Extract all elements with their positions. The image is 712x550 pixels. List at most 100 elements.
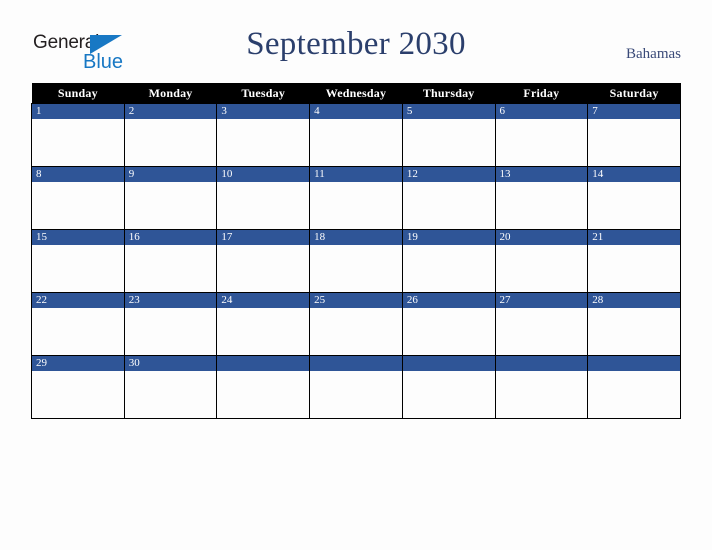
- calendar-week-row: 1 2 3 4 5 6 7: [31, 103, 681, 167]
- day-events: [402, 371, 495, 418]
- day-number: 8: [36, 168, 42, 180]
- calendar-day-cell[interactable]: 10: [216, 166, 311, 230]
- day-band: 15: [32, 230, 124, 245]
- day-band: 2: [124, 104, 217, 119]
- day-number: 29: [36, 357, 47, 369]
- weekday-header-friday: Friday: [495, 83, 588, 104]
- day-events: [495, 119, 588, 166]
- page-title: September 2030: [246, 26, 466, 62]
- day-events: [217, 119, 310, 166]
- day-events: [32, 371, 124, 418]
- calendar-day-cell[interactable]: 25: [309, 292, 403, 356]
- day-number: 10: [221, 168, 233, 180]
- day-band: 1: [32, 104, 124, 119]
- day-number: 28: [592, 294, 604, 306]
- day-band: 6: [495, 104, 588, 119]
- calendar-day-cell[interactable]: [309, 355, 403, 419]
- calendar-day-cell[interactable]: 6: [494, 103, 589, 167]
- day-band: 28: [588, 293, 680, 308]
- day-band: 20: [495, 230, 588, 245]
- calendar-day-cell[interactable]: 3: [216, 103, 311, 167]
- calendar-day-cell[interactable]: 17: [216, 229, 311, 293]
- calendar-day-cell[interactable]: 9: [123, 166, 218, 230]
- day-number: 26: [406, 294, 418, 306]
- calendar-day-cell[interactable]: 15: [31, 229, 125, 293]
- day-number: 23: [128, 294, 140, 306]
- day-events: [588, 182, 680, 229]
- day-number: 2: [128, 105, 135, 117]
- calendar-day-cell[interactable]: 13: [494, 166, 589, 230]
- calendar-day-cell[interactable]: 4: [309, 103, 403, 167]
- day-events: [217, 308, 310, 355]
- weekday-header-saturday: Saturday: [587, 83, 681, 104]
- calendar-day-cell[interactable]: 8: [31, 166, 125, 230]
- day-band: 7: [588, 104, 680, 119]
- day-band: 30: [124, 356, 217, 371]
- day-events: [217, 371, 310, 418]
- calendar-day-cell[interactable]: 30: [123, 355, 218, 419]
- day-number: 17: [221, 231, 233, 243]
- day-number: 15: [36, 231, 47, 243]
- day-events: [310, 371, 402, 418]
- day-number: 9: [128, 168, 135, 180]
- day-band: 12: [402, 167, 495, 182]
- day-band: 10: [217, 167, 310, 182]
- day-band: 22: [32, 293, 124, 308]
- calendar-day-cell[interactable]: 12: [401, 166, 496, 230]
- calendar-day-cell[interactable]: 28: [587, 292, 681, 356]
- calendar-day-cell[interactable]: 5: [401, 103, 496, 167]
- calendar-day-cell[interactable]: 7: [587, 103, 681, 167]
- calendar-day-cell[interactable]: 26: [401, 292, 496, 356]
- calendar-day-cell[interactable]: 18: [309, 229, 403, 293]
- day-events: [402, 182, 495, 229]
- day-number: 6: [499, 105, 506, 117]
- calendar-day-cell[interactable]: [216, 355, 311, 419]
- day-events: [124, 119, 217, 166]
- calendar-day-cell[interactable]: 21: [587, 229, 681, 293]
- day-band: 29: [32, 356, 124, 371]
- day-events: [495, 308, 588, 355]
- day-events: [495, 371, 588, 418]
- calendar-day-cell[interactable]: 14: [587, 166, 681, 230]
- weekday-header-tuesday: Tuesday: [216, 83, 310, 104]
- day-band: 5: [402, 104, 495, 119]
- day-number: 5: [406, 105, 413, 117]
- day-band: 23: [124, 293, 217, 308]
- day-events: [402, 245, 495, 292]
- calendar-day-cell[interactable]: 16: [123, 229, 218, 293]
- weekday-header-monday: Monday: [124, 83, 217, 104]
- calendar-day-cell[interactable]: [401, 355, 496, 419]
- day-events: [588, 119, 680, 166]
- day-band: 25: [310, 293, 402, 308]
- calendar-day-cell[interactable]: 22: [31, 292, 125, 356]
- day-band: 21: [588, 230, 680, 245]
- day-number: 30: [128, 357, 140, 369]
- calendar-day-cell[interactable]: 29: [31, 355, 125, 419]
- calendar-day-cell[interactable]: [587, 355, 681, 419]
- calendar-day-cell[interactable]: 24: [216, 292, 311, 356]
- day-band: 26: [402, 293, 495, 308]
- day-band: 11: [310, 167, 402, 182]
- calendar-day-cell[interactable]: 23: [123, 292, 218, 356]
- day-events: [310, 308, 402, 355]
- calendar-day-cell[interactable]: 19: [401, 229, 496, 293]
- calendar-day-cell[interactable]: 2: [123, 103, 218, 167]
- day-events: [588, 245, 680, 292]
- calendar-day-cell[interactable]: 20: [494, 229, 589, 293]
- day-number: 1: [36, 105, 42, 117]
- day-events: [495, 245, 588, 292]
- day-number: 13: [499, 168, 511, 180]
- calendar-day-cell[interactable]: 1: [31, 103, 125, 167]
- calendar-week-row: 8 9 10 11 12 13 14: [31, 166, 681, 230]
- day-band: 24: [217, 293, 310, 308]
- calendar-grid: Sunday Monday Tuesday Wednesday Thursday…: [31, 83, 681, 419]
- calendar-day-cell[interactable]: 27: [494, 292, 589, 356]
- calendar-body: 1 2 3 4 5 6 7 8 9 10 11 12 13 14 15 16 1…: [31, 103, 681, 419]
- calendar-week-row: 22 23 24 25 26 27 28: [31, 292, 681, 356]
- calendar-day-cell[interactable]: [494, 355, 589, 419]
- day-events: [124, 308, 217, 355]
- calendar-day-cell[interactable]: 11: [309, 166, 403, 230]
- day-events: [124, 245, 217, 292]
- day-events: [310, 119, 402, 166]
- day-band: 3: [217, 104, 310, 119]
